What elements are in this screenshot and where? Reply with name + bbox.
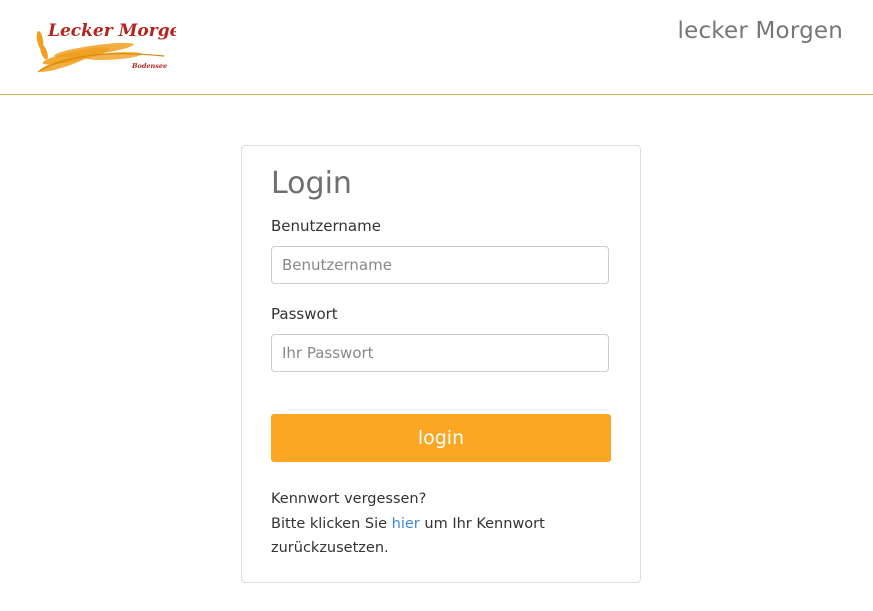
forgot-password-instructions: Bitte klicken Sie hier um Ihr Kennwort z… (271, 512, 611, 561)
password-label: Passwort (271, 305, 338, 323)
login-title: Login (271, 166, 352, 201)
site-header: Lecker Morgen Bodensee lecker Morgen (0, 0, 873, 95)
forgot-password-question: Kennwort vergessen? (271, 491, 427, 507)
password-input[interactable] (271, 334, 609, 372)
wheat-logo-icon: Lecker Morgen Bodensee (36, 21, 176, 73)
username-label: Benutzername (271, 217, 381, 235)
logo-text: Lecker Morgen (47, 21, 176, 41)
logo-subtext: Bodensee (131, 62, 167, 70)
forgot-password-help: Kennwort vergessen? Bitte klicken Sie hi… (271, 487, 611, 561)
forgot-text-before: Bitte klicken Sie (271, 515, 392, 532)
lecker-morgen-logo[interactable]: Lecker Morgen Bodensee (34, 16, 176, 76)
brand-name[interactable]: lecker Morgen (678, 18, 844, 44)
reset-password-link[interactable]: hier (392, 516, 420, 532)
login-button[interactable]: login (271, 414, 611, 462)
login-panel: Login Benutzername Passwort login Kennwo… (241, 145, 641, 583)
username-input[interactable] (271, 246, 609, 284)
